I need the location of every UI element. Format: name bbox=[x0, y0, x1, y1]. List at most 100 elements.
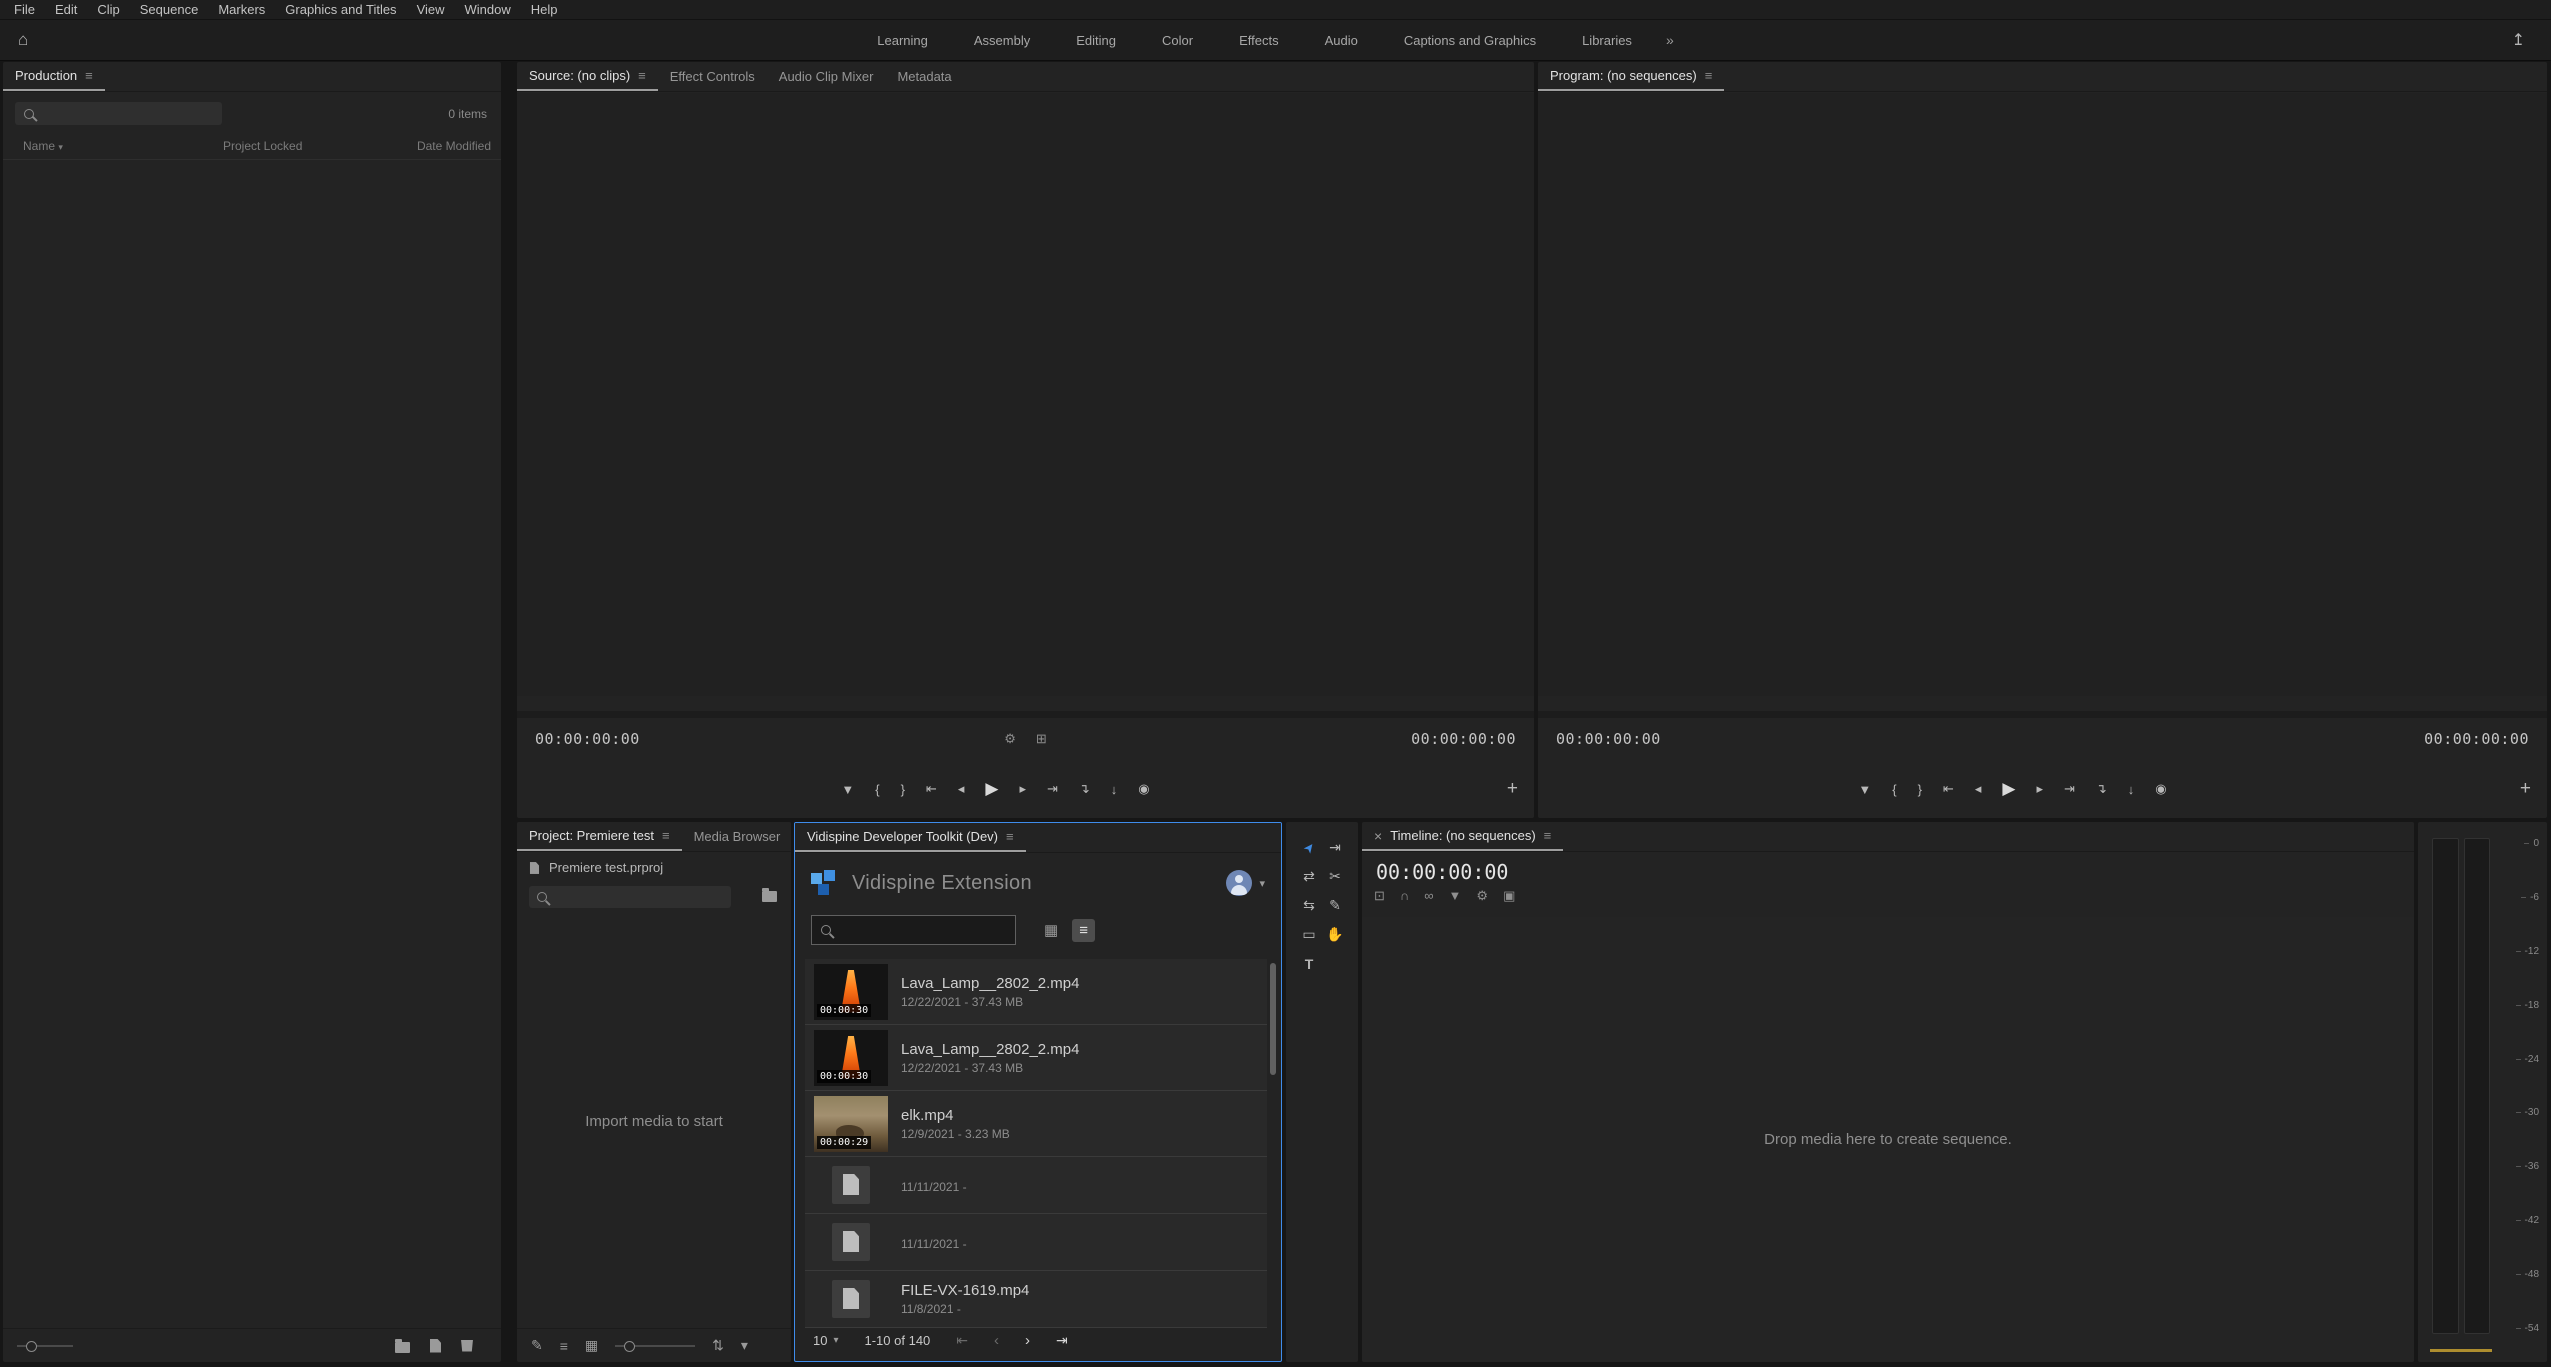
panel-menu-icon[interactable]: ≡ bbox=[638, 68, 646, 83]
rectangle-tool[interactable]: ▭ bbox=[1302, 926, 1315, 943]
step-back-button[interactable]: ◂ bbox=[958, 781, 965, 797]
step-back-button[interactable]: ◂ bbox=[1975, 781, 1982, 797]
list-view-icon[interactable]: ≡ bbox=[560, 1338, 568, 1354]
next-page-button[interactable]: › bbox=[1025, 1332, 1030, 1349]
project-search-input[interactable] bbox=[554, 890, 723, 904]
production-search-input[interactable] bbox=[41, 107, 213, 121]
scrollbar-thumb[interactable] bbox=[1270, 963, 1276, 1075]
tab-program[interactable]: Program: (no sequences) ≡ bbox=[1538, 62, 1724, 91]
source-seekbar[interactable] bbox=[517, 711, 1534, 718]
thumbnail-zoom-slider[interactable] bbox=[615, 1345, 695, 1347]
tab-production[interactable]: Production ≡ bbox=[3, 62, 105, 91]
media-list-item[interactable]: 00:00:30 Lava_Lamp__2802_2.mp4 12/22/202… bbox=[805, 959, 1267, 1025]
workspace-tab[interactable]: Captions and Graphics bbox=[1404, 33, 1536, 48]
overwrite-button[interactable]: ↓ bbox=[2128, 782, 2135, 797]
button-editor-plus[interactable]: + bbox=[2520, 778, 2531, 800]
tab-timeline[interactable]: × Timeline: (no sequences) ≡ bbox=[1362, 822, 1563, 851]
panel-menu-icon[interactable]: ≡ bbox=[1705, 68, 1713, 83]
drag-handle-icon[interactable]: ⊞ bbox=[1036, 731, 1047, 747]
close-icon[interactable]: × bbox=[1374, 828, 1382, 844]
pen-tool[interactable]: ✎ bbox=[1329, 897, 1341, 914]
tab-vidispine[interactable]: Vidispine Developer Toolkit (Dev) ≡ bbox=[795, 823, 1026, 852]
overwrite-button[interactable]: ↓ bbox=[1111, 782, 1118, 797]
panel-menu-icon[interactable]: ≡ bbox=[1544, 828, 1552, 843]
menu-item[interactable]: Sequence bbox=[130, 2, 209, 17]
prev-page-button[interactable]: ‹ bbox=[994, 1332, 999, 1349]
user-avatar[interactable] bbox=[1226, 870, 1252, 896]
column-project-locked[interactable]: Project Locked bbox=[223, 139, 302, 153]
settings-gear-icon[interactable]: ⚙ bbox=[1004, 731, 1016, 747]
monitor-tab[interactable]: Audio Clip Mixer bbox=[767, 62, 886, 91]
add-marker-button[interactable]: ▼ bbox=[1858, 782, 1871, 797]
mark-out-button[interactable]: } bbox=[901, 782, 905, 797]
mark-in-button[interactable]: { bbox=[1892, 782, 1896, 797]
mark-in-button[interactable]: { bbox=[875, 782, 879, 797]
step-forward-button[interactable]: ▸ bbox=[1019, 781, 1026, 797]
add-marker-button[interactable]: ▼ bbox=[841, 782, 854, 797]
export-frame-button[interactable]: ◉ bbox=[2155, 781, 2166, 797]
insert-button[interactable]: ↴ bbox=[1079, 781, 1090, 797]
monitor-tab[interactable]: Metadata bbox=[885, 62, 963, 91]
workspace-tab[interactable]: Editing bbox=[1076, 33, 1116, 48]
project-tab[interactable]: Media Browser bbox=[682, 822, 791, 851]
media-list-item[interactable]: 00:00:29 elk.mp4 12/9/2021 - 3.23 MB bbox=[805, 1091, 1267, 1157]
media-list-item[interactable]: 11/11/2021 - bbox=[805, 1157, 1267, 1214]
sort-icon[interactable]: ⇅ bbox=[712, 1337, 724, 1354]
go-to-out-button[interactable]: ⇥ bbox=[2064, 781, 2075, 797]
add-marker-icon[interactable]: ▼ bbox=[1449, 888, 1462, 904]
new-search-bin-icon[interactable] bbox=[762, 891, 777, 902]
icon-view-icon[interactable]: ▦ bbox=[585, 1337, 598, 1354]
media-search-input[interactable] bbox=[839, 923, 1006, 937]
type-tool[interactable]: T bbox=[1305, 956, 1314, 972]
insert-button[interactable]: ↴ bbox=[2096, 781, 2107, 797]
linked-selection-icon[interactable]: ∞ bbox=[1424, 888, 1433, 904]
monitor-tab[interactable]: Effect Controls bbox=[658, 62, 767, 91]
workspace-tab[interactable]: Assembly bbox=[974, 33, 1030, 48]
mark-out-button[interactable]: } bbox=[1918, 782, 1922, 797]
menu-item[interactable]: Edit bbox=[45, 2, 87, 17]
workspace-tab[interactable]: Libraries bbox=[1582, 33, 1632, 48]
snap-icon[interactable]: ∩ bbox=[1400, 888, 1409, 904]
timeline-settings-icon[interactable]: ⚙ bbox=[1476, 888, 1488, 904]
project-tab[interactable]: Project: Premiere test ≡ bbox=[517, 822, 682, 851]
view-options-icon[interactable]: ▾ bbox=[741, 1337, 748, 1354]
workspace-tab[interactable]: Effects bbox=[1239, 33, 1279, 48]
chevron-down-icon[interactable]: ▾ bbox=[1259, 877, 1265, 890]
workspace-overflow-icon[interactable]: » bbox=[1666, 32, 1674, 48]
workspace-tab[interactable]: Color bbox=[1162, 33, 1193, 48]
zoom-slider[interactable] bbox=[17, 1345, 73, 1347]
panel-menu-icon[interactable]: ≡ bbox=[85, 68, 93, 83]
go-to-out-button[interactable]: ⇥ bbox=[1047, 781, 1058, 797]
project-breadcrumb[interactable]: Premiere test.prproj bbox=[529, 860, 663, 875]
menu-item[interactable]: Markers bbox=[208, 2, 275, 17]
nest-toggle-icon[interactable]: ⊡ bbox=[1374, 888, 1385, 904]
button-editor-plus[interactable]: + bbox=[1507, 778, 1518, 800]
play-button[interactable]: ▶ bbox=[985, 779, 998, 799]
play-button[interactable]: ▶ bbox=[2002, 779, 2015, 799]
menu-item[interactable]: File bbox=[4, 2, 45, 17]
project-writable-icon[interactable]: ✎ bbox=[531, 1337, 543, 1354]
workspace-tab[interactable]: Learning bbox=[877, 33, 928, 48]
page-size-select[interactable]: 10 ▾ bbox=[813, 1333, 839, 1348]
razor-tool[interactable]: ✂ bbox=[1329, 868, 1341, 885]
captions-icon[interactable]: ▣ bbox=[1503, 888, 1515, 904]
slip-tool[interactable]: ⇆ bbox=[1303, 897, 1315, 914]
menu-item[interactable]: Window bbox=[455, 2, 521, 17]
media-list-item[interactable]: 00:00:30 Lava_Lamp__2802_2.mp4 12/22/202… bbox=[805, 1025, 1267, 1091]
workspace-tab[interactable]: Audio bbox=[1325, 33, 1358, 48]
last-page-button[interactable]: ⇥ bbox=[1056, 1332, 1068, 1349]
first-page-button[interactable]: ⇤ bbox=[956, 1332, 968, 1349]
step-forward-button[interactable]: ▸ bbox=[2036, 781, 2043, 797]
column-name[interactable]: Name ▾ bbox=[23, 139, 63, 153]
menu-item[interactable]: Clip bbox=[87, 2, 129, 17]
monitor-tab[interactable]: Source: (no clips) ≡ bbox=[517, 62, 658, 91]
go-to-in-button[interactable]: ⇤ bbox=[926, 781, 937, 797]
ripple-edit-tool[interactable]: ⇄ bbox=[1303, 868, 1315, 885]
grid-view-icon[interactable]: ▦ bbox=[1044, 921, 1058, 939]
media-list-item[interactable]: 11/11/2021 - bbox=[805, 1214, 1267, 1271]
media-list-item[interactable]: FILE-VX-1619.mp4 11/8/2021 - bbox=[805, 1271, 1267, 1328]
menu-item[interactable]: Help bbox=[521, 2, 568, 17]
user-menu[interactable]: ▾ bbox=[1226, 870, 1265, 896]
hand-tool[interactable]: ✋ bbox=[1326, 926, 1343, 943]
column-date-modified[interactable]: Date Modified bbox=[417, 139, 491, 153]
